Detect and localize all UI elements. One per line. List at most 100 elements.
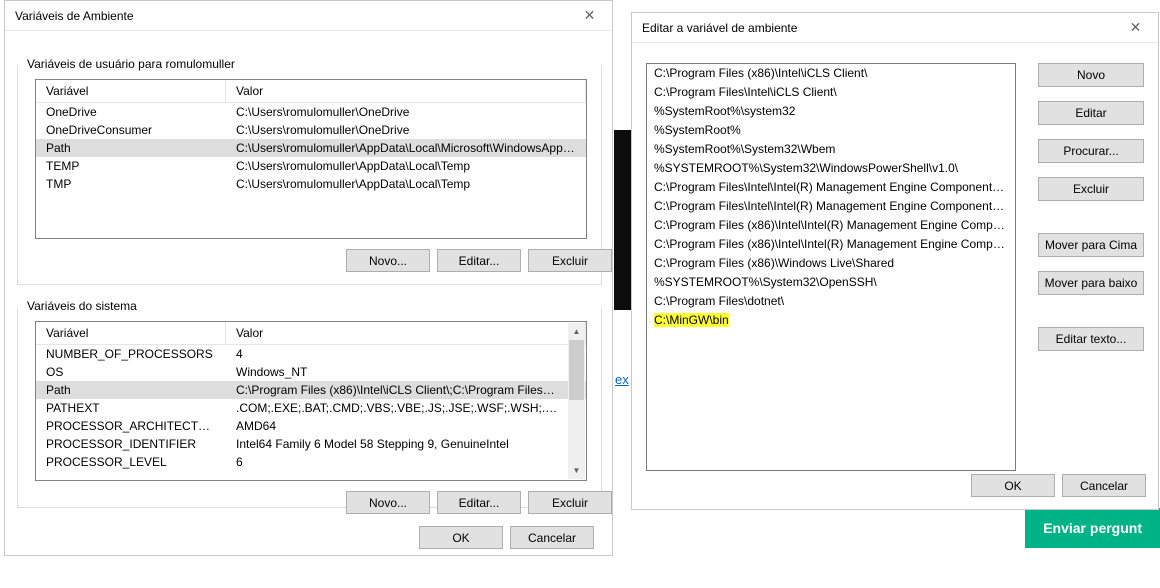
cell-var: PATHEXT	[36, 399, 226, 417]
cell-var: PROCESSOR_IDENTIFIER	[36, 435, 226, 453]
table-row[interactable]: OSWindows_NT	[36, 363, 586, 381]
send-question-button[interactable]: Enviar pergunt	[1025, 508, 1160, 548]
cell-val: AMD64	[226, 417, 566, 435]
path-del-button[interactable]: Excluir	[1038, 177, 1144, 201]
cell-var: PROCESSOR_ARCHITECTURE	[36, 417, 226, 435]
env-ok-label: OK	[452, 531, 469, 545]
list-item[interactable]: %SYSTEMROOT%\System32\WindowsPowerShell\…	[647, 159, 1015, 178]
list-item[interactable]: %SystemRoot%\system32	[647, 102, 1015, 121]
list-item[interactable]: C:\Program Files (x86)\Intel\Intel(R) Ma…	[647, 235, 1015, 254]
list-item[interactable]: %SYSTEMROOT%\System32\OpenSSH\	[647, 273, 1015, 292]
env-titlebar: Variáveis de Ambiente ✕	[5, 1, 612, 31]
user-new-button[interactable]: Novo...	[346, 249, 430, 272]
path-edit-label: Editar	[1075, 106, 1106, 120]
user-del-label: Excluir	[552, 254, 588, 268]
cell-var: TEMP	[36, 157, 226, 175]
path-up-label: Mover para Cima	[1045, 238, 1137, 252]
sys-edit-button[interactable]: Editar...	[437, 491, 521, 514]
list-item[interactable]: C:\Program Files\dotnet\	[647, 292, 1015, 311]
cell-val: C:\Users\romulomuller\OneDrive	[226, 121, 586, 139]
table-row[interactable]: PathC:\Users\romulomuller\AppData\Local\…	[36, 139, 586, 157]
table-row[interactable]: PROCESSOR_LEVEL6	[36, 453, 586, 471]
path-up-button[interactable]: Mover para Cima	[1038, 233, 1144, 257]
cell-var: NUMBER_OF_PROCESSORS	[36, 345, 226, 363]
table-row[interactable]: OneDriveC:\Users\romulomuller\OneDrive	[36, 103, 586, 121]
sys-edit-label: Editar...	[459, 496, 500, 510]
list-item[interactable]: C:\Program Files\Intel\Intel(R) Manageme…	[647, 197, 1015, 216]
background-link[interactable]: ex	[615, 372, 629, 387]
cell-val: C:\Users\romulomuller\AppData\Local\Temp	[226, 175, 586, 193]
edit-cancel-button[interactable]: Cancelar	[1062, 474, 1146, 497]
sys-col-val[interactable]: Valor	[226, 322, 586, 345]
path-texto-label: Editar texto...	[1056, 332, 1127, 346]
edit-title: Editar a variável de ambiente	[642, 21, 797, 35]
list-item[interactable]: C:\Program Files (x86)\Windows Live\Shar…	[647, 254, 1015, 273]
sys-new-button[interactable]: Novo...	[346, 491, 430, 514]
edit-titlebar: Editar a variável de ambiente ✕	[632, 13, 1158, 43]
env-cancel-button[interactable]: Cancelar	[510, 526, 594, 549]
path-new-label: Novo	[1077, 68, 1105, 82]
cell-val: C:\Program Files (x86)\Intel\iCLS Client…	[226, 381, 566, 399]
cell-val: Intel64 Family 6 Model 58 Stepping 9, Ge…	[226, 435, 566, 453]
user-del-button[interactable]: Excluir	[528, 249, 612, 272]
cell-val: C:\Users\romulomuller\OneDrive	[226, 103, 586, 121]
scroll-down-icon[interactable]: ▼	[568, 462, 585, 479]
user-vars-table[interactable]: Variável Valor OneDriveC:\Users\romulomu…	[35, 79, 587, 239]
sys-del-button[interactable]: Excluir	[528, 491, 612, 514]
list-item[interactable]: C:\Program Files (x86)\Intel\Intel(R) Ma…	[647, 216, 1015, 235]
cell-val: .COM;.EXE;.BAT;.CMD;.VBS;.VBE;.JS;.JSE;.…	[226, 399, 566, 417]
path-down-label: Mover para baixo	[1045, 276, 1138, 290]
env-title: Variáveis de Ambiente	[15, 9, 134, 23]
user-table-header: Variável Valor	[36, 80, 586, 103]
env-ok-button[interactable]: OK	[419, 526, 503, 549]
path-down-button[interactable]: Mover para baixo	[1038, 271, 1144, 295]
path-new-button[interactable]: Novo	[1038, 63, 1144, 87]
list-item[interactable]: C:\Program Files (x86)\Intel\iCLS Client…	[647, 64, 1015, 83]
table-row[interactable]: PathC:\Program Files (x86)\Intel\iCLS Cl…	[36, 381, 586, 399]
cell-val: 6	[226, 453, 566, 471]
path-del-label: Excluir	[1073, 182, 1109, 196]
user-col-var[interactable]: Variável	[36, 80, 226, 103]
send-question-label: Enviar pergunt	[1043, 520, 1142, 536]
list-item[interactable]: C:\Program Files\Intel\Intel(R) Manageme…	[647, 178, 1015, 197]
path-edit-button[interactable]: Editar	[1038, 101, 1144, 125]
table-row[interactable]: NUMBER_OF_PROCESSORS4	[36, 345, 586, 363]
table-row[interactable]: TMPC:\Users\romulomuller\AppData\Local\T…	[36, 175, 586, 193]
cell-val: C:\Users\romulomuller\AppData\Local\Temp	[226, 157, 586, 175]
cell-val: Windows_NT	[226, 363, 566, 381]
table-row[interactable]: PROCESSOR_ARCHITECTUREAMD64	[36, 417, 586, 435]
highlighted-path: C:\MinGW\bin	[654, 313, 729, 327]
sys-col-var[interactable]: Variável	[36, 322, 226, 345]
list-item[interactable]: %SystemRoot%	[647, 121, 1015, 140]
sys-scrollbar[interactable]: ▲ ▼	[568, 323, 585, 479]
cell-var: Path	[36, 139, 226, 157]
scroll-thumb[interactable]	[569, 340, 584, 400]
cell-var: Path	[36, 381, 226, 399]
cell-var: TMP	[36, 175, 226, 193]
path-texto-button[interactable]: Editar texto...	[1038, 327, 1144, 351]
cell-var: OS	[36, 363, 226, 381]
edit-ok-label: OK	[1004, 479, 1021, 493]
sys-del-label: Excluir	[552, 496, 588, 510]
user-col-val[interactable]: Valor	[226, 80, 586, 103]
user-edit-label: Editar...	[459, 254, 500, 268]
sys-table-header: Variável Valor	[36, 322, 586, 345]
path-browse-label: Procurar...	[1063, 144, 1118, 158]
close-icon[interactable]: ✕	[1113, 13, 1158, 43]
list-item[interactable]: C:\MinGW\bin	[647, 311, 1015, 330]
list-item[interactable]: C:\Program Files\Intel\iCLS Client\	[647, 83, 1015, 102]
path-list[interactable]: C:\Program Files (x86)\Intel\iCLS Client…	[646, 63, 1016, 471]
env-vars-dialog: Variáveis de Ambiente ✕ Variáveis de usu…	[4, 0, 613, 556]
table-row[interactable]: OneDriveConsumerC:\Users\romulomuller\On…	[36, 121, 586, 139]
edit-ok-button[interactable]: OK	[971, 474, 1055, 497]
sys-vars-table[interactable]: Variável Valor NUMBER_OF_PROCESSORS4OSWi…	[35, 321, 587, 481]
table-row[interactable]: PATHEXT.COM;.EXE;.BAT;.CMD;.VBS;.VBE;.JS…	[36, 399, 586, 417]
close-icon[interactable]: ✕	[567, 1, 612, 31]
path-browse-button[interactable]: Procurar...	[1038, 139, 1144, 163]
scroll-up-icon[interactable]: ▲	[568, 323, 585, 340]
table-row[interactable]: PROCESSOR_IDENTIFIERIntel64 Family 6 Mod…	[36, 435, 586, 453]
user-edit-button[interactable]: Editar...	[437, 249, 521, 272]
table-row[interactable]: TEMPC:\Users\romulomuller\AppData\Local\…	[36, 157, 586, 175]
list-item[interactable]: %SystemRoot%\System32\Wbem	[647, 140, 1015, 159]
user-new-label: Novo...	[369, 254, 407, 268]
